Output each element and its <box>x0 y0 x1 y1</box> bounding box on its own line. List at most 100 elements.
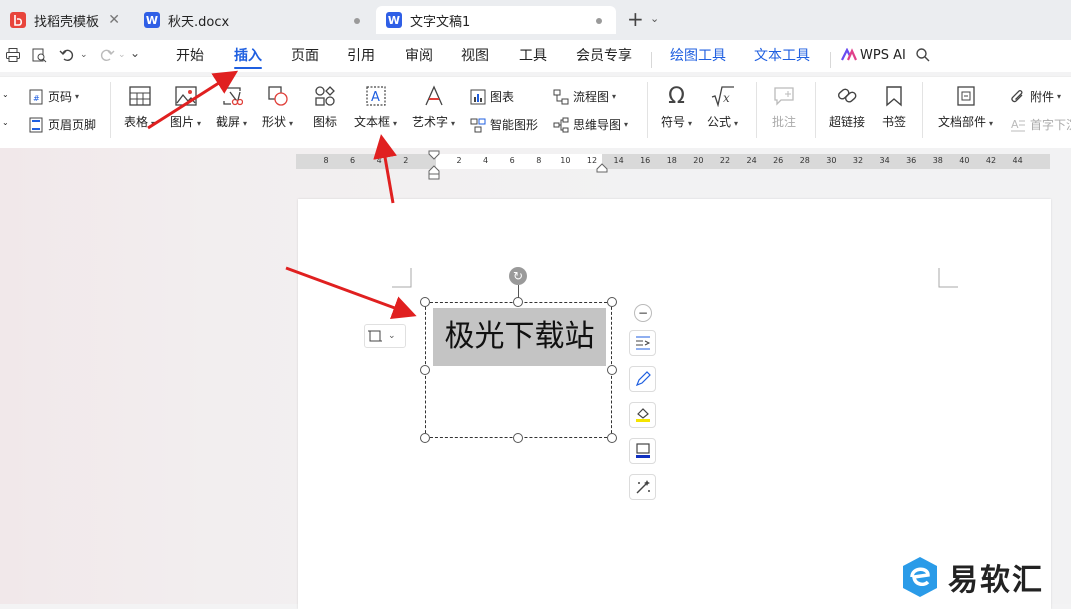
ruler-tick-label: 32 <box>852 156 864 165</box>
watermark-text: 易软汇 <box>948 563 1044 598</box>
symbol-button[interactable]: Ω 符号 ▾ <box>661 84 692 130</box>
icon-library-button[interactable]: 图标 <box>313 84 337 130</box>
more-chevron-icon[interactable]: ⌄ <box>130 46 140 60</box>
icon-library-icon <box>313 84 337 108</box>
tab-bar: 找稻壳模板 ✕ W 秋天.docx W 文字文稿1 + ⌄ <box>0 0 1071 40</box>
wordart-icon <box>422 84 446 108</box>
tab-daoke-templates[interactable]: 找稻壳模板 ✕ <box>0 6 130 34</box>
menu-view[interactable]: 视图 <box>461 46 489 66</box>
resize-handle-top[interactable] <box>513 297 523 307</box>
menu-tools[interactable]: 工具 <box>519 46 547 66</box>
comment-button[interactable]: 批注 <box>772 84 796 130</box>
horizontal-ruler[interactable]: 8 6 4 2 2 4 6 8 10 12 14 16 18 20 22 24 26 28 30 32 34 36 38 40… <box>296 154 1050 169</box>
outline-button[interactable] <box>629 438 656 464</box>
screenshot-button[interactable]: 截屏 ▾ <box>216 84 247 130</box>
effects-button[interactable] <box>629 474 656 500</box>
hyperlink-button[interactable]: 超链接 <box>829 84 865 130</box>
chevron-down-icon[interactable]: ⌄ <box>118 50 126 60</box>
textbox-selected-text[interactable]: 极光下载站 <box>433 308 606 366</box>
ruler-indent-marker-icon[interactable] <box>428 150 440 180</box>
chevron-down-icon[interactable]: ⌄ <box>2 118 9 127</box>
text-wrap-icon <box>635 336 650 350</box>
mindmap-button[interactable]: 思维导图 ▾ <box>553 116 628 133</box>
flowchart-button[interactable]: 流程图 ▾ <box>553 88 616 105</box>
menu-home[interactable]: 开始 <box>176 46 204 66</box>
resize-handle-top-left[interactable] <box>420 297 430 307</box>
svg-text:#: # <box>33 94 40 103</box>
wps-writer-icon: W <box>386 12 402 28</box>
ruler-tick-label: 8 <box>536 156 542 165</box>
print-icon[interactable] <box>4 46 22 64</box>
menu-references[interactable]: 引用 <box>347 46 375 66</box>
ruler-tick-label: 20 <box>693 156 704 165</box>
redo-icon[interactable] <box>98 46 116 64</box>
resize-handle-left[interactable] <box>420 365 430 375</box>
formula-button[interactable]: x 公式 ▾ <box>707 84 738 130</box>
shape-button[interactable]: 形状 ▾ <box>262 84 293 130</box>
bookmark-icon <box>882 84 906 108</box>
ribbon-divider <box>110 82 111 138</box>
bookmark-button[interactable]: 书签 <box>882 84 906 130</box>
resize-handle-bottom-right[interactable] <box>607 433 617 443</box>
scissors-icon <box>220 84 244 108</box>
textbox-icon: A <box>364 84 388 108</box>
textbox-button[interactable]: A 文本框 ▾ <box>354 84 397 130</box>
daoke-logo-icon <box>10 12 26 28</box>
picture-button[interactable]: 图片 ▾ <box>170 84 201 130</box>
layout-options-button[interactable]: ⌄ <box>364 324 406 348</box>
edit-pen-button[interactable] <box>629 366 656 392</box>
ruler-tick-label: 18 <box>666 156 677 165</box>
fill-color-button[interactable] <box>629 402 656 428</box>
chevron-down-icon[interactable]: ⌄ <box>2 90 9 99</box>
header-footer-button[interactable]: 页眉页脚 <box>28 116 96 133</box>
menu-divider <box>651 52 652 68</box>
close-icon[interactable]: ✕ <box>108 12 120 28</box>
omega-icon: Ω <box>668 83 685 109</box>
ruler-right-indent-icon[interactable] <box>596 163 608 173</box>
tab-document1[interactable]: W 文字文稿1 <box>376 6 616 34</box>
unsaved-dot-icon[interactable] <box>596 18 602 24</box>
rotate-handle-icon[interactable]: ↻ <box>509 267 527 285</box>
unsaved-dot-icon[interactable] <box>354 18 360 24</box>
wordart-button[interactable]: 艺术字 ▾ <box>412 84 455 130</box>
drop-cap-button[interactable]: A 首字下沉 <box>1010 116 1071 133</box>
menu-review[interactable]: 审阅 <box>405 46 433 66</box>
svg-text:A: A <box>1011 118 1019 131</box>
ribbon-toolbar <box>0 76 1071 150</box>
table-button[interactable]: 表格 ▾ <box>124 84 155 130</box>
search-icon[interactable] <box>914 46 932 64</box>
chevron-down-icon[interactable]: ⌄ <box>80 50 88 60</box>
menu-text-tools[interactable]: 文本工具 <box>754 46 810 66</box>
doc-parts-button[interactable]: 文档部件 ▾ <box>938 84 993 130</box>
wps-ai-button[interactable]: WPS AI <box>860 46 906 66</box>
formula-icon: x <box>711 84 735 108</box>
attachment-button[interactable]: 附件 ▾ <box>1010 88 1061 105</box>
collapse-toolbar-icon[interactable]: − <box>634 304 652 322</box>
menu-member[interactable]: 会员专享 <box>576 46 632 66</box>
undo-icon[interactable] <box>58 46 76 64</box>
document-page[interactable] <box>298 199 1051 609</box>
tab-label: 秋天.docx <box>168 14 230 30</box>
tab-autumn-docx[interactable]: W 秋天.docx <box>134 6 374 34</box>
new-tab-plus-icon[interactable]: + <box>627 9 644 29</box>
print-preview-icon[interactable] <box>30 46 48 64</box>
menu-drawing-tools[interactable]: 绘图工具 <box>670 46 726 66</box>
chevron-down-icon: ⌄ <box>388 331 396 341</box>
smart-art-button[interactable]: 智能图形 <box>470 116 538 133</box>
menu-insert[interactable]: 插入 <box>234 46 262 66</box>
layout-options-icon <box>368 330 382 342</box>
paperclip-icon <box>1010 89 1026 105</box>
resize-handle-right[interactable] <box>607 365 617 375</box>
resize-handle-bottom-left[interactable] <box>420 433 430 443</box>
menu-page[interactable]: 页面 <box>291 46 319 66</box>
text-wrap-button[interactable] <box>629 330 656 356</box>
resize-handle-bottom[interactable] <box>513 433 523 443</box>
chevron-down-icon[interactable]: ⌄ <box>650 12 659 25</box>
chart-button[interactable]: 图表 <box>470 88 514 105</box>
margin-corner-marker <box>938 268 958 288</box>
resize-handle-top-right[interactable] <box>607 297 617 307</box>
ruler-tick-label: 30 <box>826 156 837 165</box>
ruler-tick-label: 36 <box>906 156 917 165</box>
ruler-tick-label: 24 <box>746 156 757 165</box>
page-number-button[interactable]: # 页码 ▾ <box>28 88 79 105</box>
